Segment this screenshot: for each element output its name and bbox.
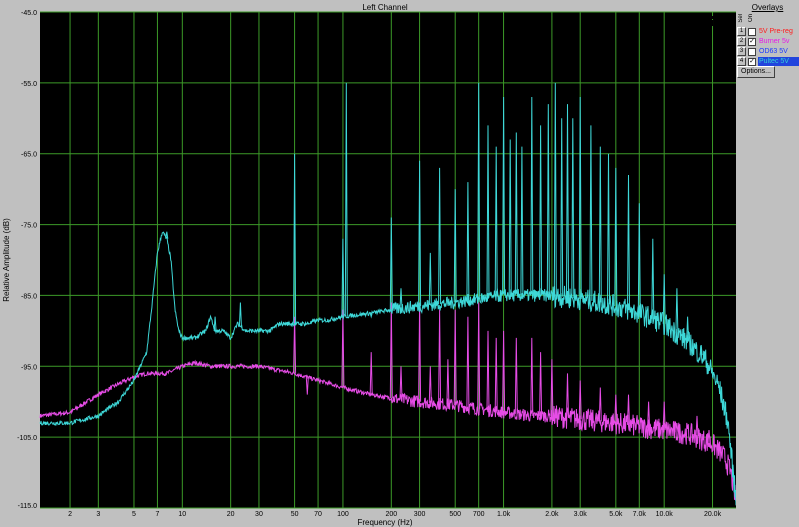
overlay-on-checkbox[interactable] [748,48,756,56]
overlay-on-checkbox[interactable]: ✓ [748,58,756,66]
y-tick-label: -65.0 [21,152,37,159]
x-tick-label: 500 [449,511,461,518]
x-tick-label: 50 [291,511,299,518]
y-axis-label: Relative Amplitude (dB) [2,218,11,302]
x-tick-label: 7.0k [633,511,647,518]
x-tick-label: 30 [255,511,263,518]
y-tick-label: -105.0 [17,435,37,442]
x-tick-label: 1.0k [497,511,511,518]
spectrum-chart: Left Channel Relative Amplitude (dB) Fre… [0,0,736,527]
x-tick-label: 3 [96,511,100,518]
y-tick-label: -95.0 [21,364,37,371]
overlay-on-checkbox[interactable]: ✓ [748,38,756,46]
options-button[interactable]: Options... [737,66,775,78]
x-tick-label: 700 [473,511,485,518]
overlay-select-button[interactable]: 1 [737,27,746,36]
graph-tool-icon[interactable] [706,14,734,28]
x-tick-label: 3.0k [574,511,588,518]
chart-title: Left Channel [362,3,408,12]
overlay-name: 5V Pre-reg [759,28,793,35]
overlay-select-button[interactable]: 4 [737,57,746,66]
overlays-title: Overlays [751,3,784,12]
plot-area [40,12,736,508]
x-tick-label: 20.0k [704,511,722,518]
y-tick-label: -85.0 [21,293,37,300]
x-tick-label: 200 [385,511,397,518]
overlay-row: 2 ✓ Burner 5v [736,37,799,47]
x-tick-label: 10.0k [656,511,674,518]
x-tick-label: 5 [132,511,136,518]
x-tick-label: 20 [227,511,235,518]
y-tick-label: -115.0 [18,503,37,510]
x-tick-label: 7 [155,511,159,518]
y-tick-label: -75.0 [21,223,37,230]
overlay-on-checkbox[interactable] [748,28,756,36]
x-tick-label: 2.0k [545,511,559,518]
overlay-name: OD63 5V [759,48,788,55]
overlay-row: 3 OD63 5V [736,47,799,57]
y-tick-label: -45.0 [21,10,37,17]
overlay-select-button[interactable]: 3 [737,47,746,56]
overlays-on-header: On [748,14,754,23]
overlay-name: Pultec 5V [758,57,799,66]
overlay-select-button[interactable]: 2 [737,37,746,46]
x-tick-label: 100 [337,511,349,518]
overlay-row: 1 5V Pre-reg [736,27,799,37]
overlay-name: Burner 5v [759,38,790,45]
y-tick-label: -55.0 [21,81,37,88]
overlays-sel-header: Sel [738,14,744,23]
overlays-panel: Overlays Sel On 1 5V Pre-reg 2 ✓ Burner … [736,0,799,527]
x-axis-label: Frequency (Hz) [357,518,412,527]
x-tick-label: 2 [68,511,72,518]
x-tick-label: 10 [178,511,186,518]
x-tick-label: 300 [414,511,426,518]
x-tick-label: 5.0k [609,511,623,518]
x-tick-label: 70 [314,511,322,518]
